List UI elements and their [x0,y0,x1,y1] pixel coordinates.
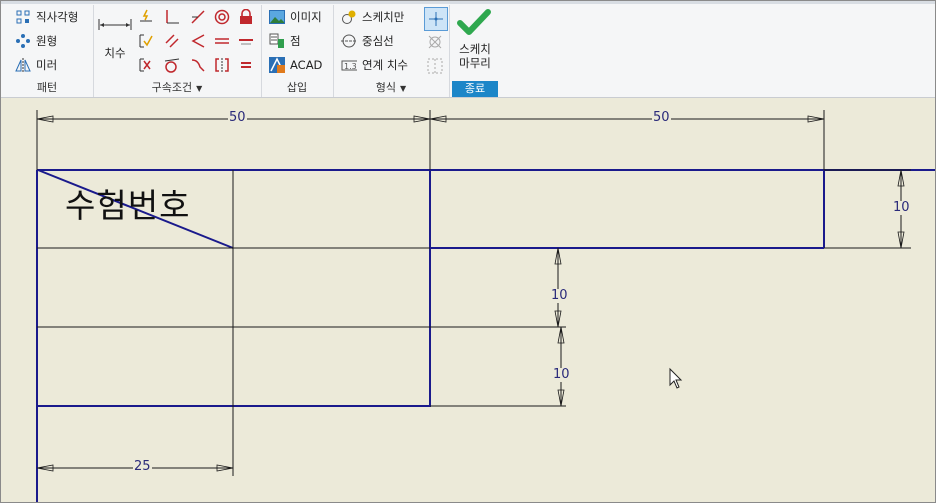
sketch-only-icon [341,9,357,25]
circular-pattern-button[interactable]: 원형 [15,32,57,50]
ribbon-toolbar: 직사각형 원형 미러 패턴 치수 구속조건 ▼ 이미지 점 ACAD 삽입 스케… [1,1,935,98]
insert-acad-label: ACAD [290,58,323,72]
show-constraints-toggle[interactable] [424,7,448,31]
symmetric-icon[interactable] [213,56,231,74]
perpendicular-icon[interactable] [163,8,181,26]
dimension-right-height[interactable]: 10 [892,201,911,215]
constraints-panel-label[interactable]: 구속조건 ▼ [93,80,261,95]
driven-dimension-icon: 1.3 [341,57,357,73]
chevron-down-icon: ▼ [196,84,203,93]
circular-pattern-icon [15,33,31,49]
hide-constraints-icon[interactable] [426,33,444,51]
cell-text-exam-number[interactable]: 수험번호 [65,188,190,224]
horizontal-icon[interactable] [237,32,255,50]
parallel-icon[interactable] [163,32,181,50]
centerline-button[interactable]: 중심선 [341,32,394,50]
finish-sketch-label-line2: 마무리 [459,56,491,70]
sketch-geometry [36,110,935,502]
rectangular-pattern-label: 직사각형 [36,10,79,24]
dimension-label: 치수 [104,46,126,60]
acad-icon [269,57,285,73]
checkmark-icon [457,9,491,41]
relax-dimension-icon[interactable] [137,56,155,74]
sketch-only-label: 스케치만 [362,10,405,24]
image-icon [269,9,285,25]
finish-sketch-label-line1: 스케치 [459,42,491,56]
auto-dimension-icon[interactable] [137,8,155,26]
sketch-only-button[interactable]: 스케치만 [341,8,404,26]
coincident-icon[interactable] [189,8,207,26]
dimension-check-icon[interactable] [137,32,155,50]
svg-text:1.3: 1.3 [344,62,357,71]
tangent-icon[interactable] [163,56,181,74]
insert-point-button[interactable]: 점 [269,32,301,50]
dimension-top-left[interactable]: 50 [228,111,247,125]
grid-snap-icon[interactable] [426,57,444,75]
pattern-panel: 직사각형 원형 미러 패턴 [1,5,94,97]
rectangular-pattern-button[interactable]: 직사각형 [15,8,78,26]
finish-sketch-button[interactable]: 스케치 마무리 [451,7,499,75]
constraints-panel: 치수 구속조건 ▼ [93,5,262,97]
equal-icon[interactable] [237,56,255,74]
dimension-button[interactable]: 치수 [97,9,133,69]
insert-point-label: 점 [290,34,301,48]
centerline-label: 중심선 [362,34,394,48]
dimension-top-right[interactable]: 50 [652,111,671,125]
chevron-down-icon: ▼ [400,84,407,93]
centerline-icon [341,33,357,49]
insert-image-button[interactable]: 이미지 [269,8,322,26]
dimension-mid-height-2[interactable]: 10 [552,368,571,382]
driven-dimension-label: 연계 치수 [362,58,408,72]
concentric-icon[interactable] [213,8,231,26]
insert-panel: 이미지 점 ACAD 삽입 [261,5,334,97]
format-panel-label[interactable]: 형식 ▼ [333,80,449,95]
insert-image-label: 이미지 [290,10,322,24]
smooth-icon[interactable] [189,56,207,74]
mirror-button[interactable]: 미러 [15,56,57,74]
rectangular-pattern-icon [15,9,31,25]
points-icon [269,33,285,49]
insert-panel-label: 삽입 [286,81,308,94]
lock-icon[interactable] [237,8,255,26]
exit-panel-label: 종료 [452,81,498,97]
angle-icon[interactable] [189,32,207,50]
sketch-canvas[interactable]: 수험번호 50 50 10 10 10 25 [1,98,935,502]
dimension-bottom-width[interactable]: 25 [133,460,152,474]
mouse-cursor-icon [669,367,683,389]
circular-pattern-label: 원형 [36,34,58,48]
dimension-icon [97,15,133,33]
mirror-label: 미러 [36,58,58,72]
mirror-icon [15,57,31,73]
collinear-icon[interactable] [213,32,231,50]
pattern-panel-label: 패턴 [36,81,58,94]
dimension-mid-height-1[interactable]: 10 [550,289,569,303]
driven-dimension-button[interactable]: 1.3 연계 치수 [341,56,408,74]
insert-acad-button[interactable]: ACAD [269,56,322,74]
